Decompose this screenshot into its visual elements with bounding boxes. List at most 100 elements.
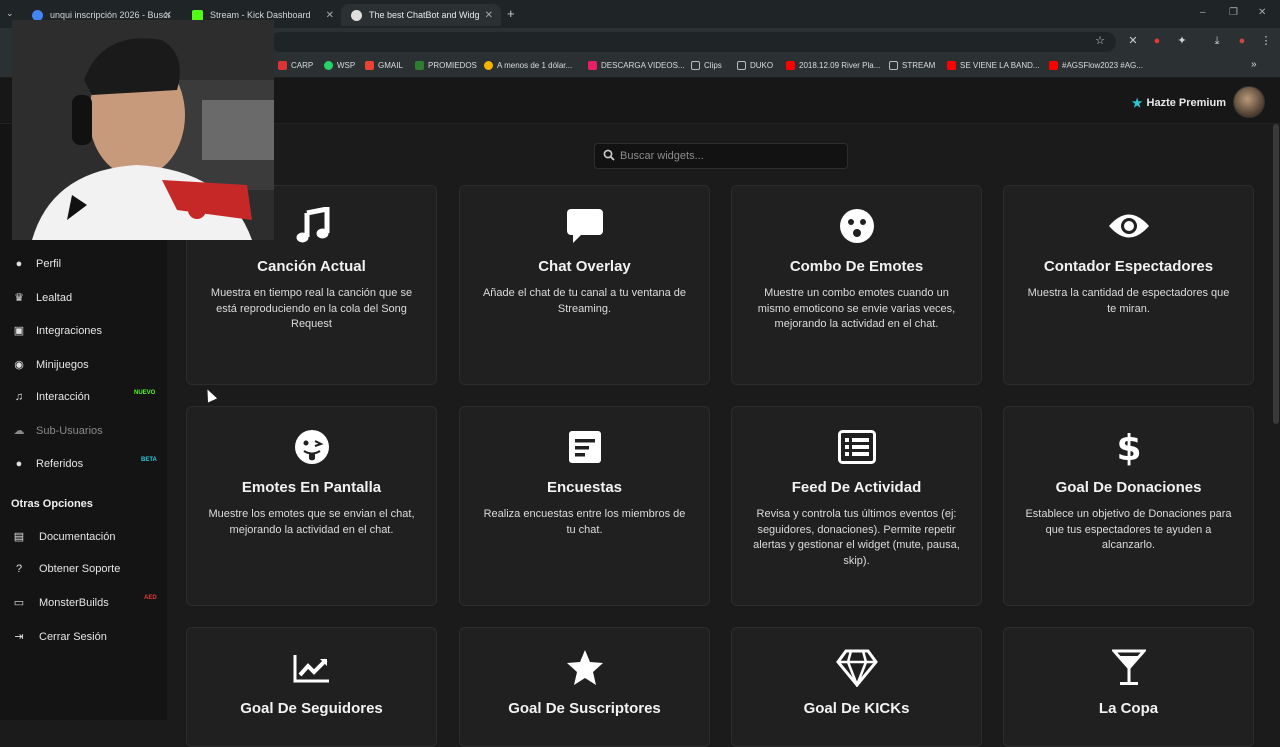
widget-card-la-copa[interactable]: La Copa	[1003, 627, 1254, 747]
aed-badge: AED	[144, 595, 157, 601]
star-icon: ★	[1131, 96, 1143, 110]
cocktail-icon	[1004, 648, 1253, 688]
sidebar-item-lealtad[interactable]: ♛ Lealtad	[12, 291, 73, 305]
new-badge: NUEVO	[134, 390, 156, 396]
sidebar-item-interaccion[interactable]: ♫ Interacción	[12, 391, 90, 403]
bookmark-icon	[588, 61, 597, 70]
extensions-icon[interactable]: ✦	[1176, 35, 1188, 47]
docs-icon: ▤	[13, 531, 25, 543]
sidebar-item-label: Obtener Soporte	[39, 563, 121, 575]
close-icon[interactable]: ✕	[164, 10, 172, 21]
premium-label: Hazte Premium	[1146, 97, 1226, 109]
svg-text:$: $	[1116, 428, 1141, 467]
widget-card-contador-espectadores[interactable]: Contador Espectadores Muestra la cantida…	[1003, 185, 1254, 385]
profile-icon[interactable]: ●	[1236, 35, 1248, 47]
cloud-icon: ☁	[13, 425, 25, 437]
tab-title: unqui inscripción 2026 - Buscar	[50, 10, 170, 20]
laptop-icon: ▭	[13, 597, 25, 609]
tab-title: Stream - Kick Dashboard	[210, 10, 311, 20]
bookmark-descarga[interactable]: DESCARGA VIDEOS...	[588, 61, 685, 70]
bookmark-stream[interactable]: STREAM	[889, 61, 935, 70]
sidebar-item-integraciones[interactable]: ▣ Integraciones	[12, 324, 103, 338]
youtube-icon	[1049, 61, 1058, 70]
new-tab-button[interactable]: +	[507, 6, 515, 21]
bookmark-carp[interactable]: CARP	[278, 61, 313, 70]
widget-card-goal-seguidores[interactable]: Goal De Seguidores	[186, 627, 437, 747]
widget-card-goal-kicks[interactable]: Goal De KICKs	[731, 627, 982, 747]
folder-icon	[691, 61, 700, 70]
menu-icon[interactable]: ⋮	[1260, 35, 1272, 47]
sidebar-item-label: Interacción	[36, 391, 90, 403]
bookmark-banda[interactable]: SE VIENE LA BAND...	[947, 61, 1040, 70]
bookmark-river[interactable]: 2018.12.09 River Pla...	[786, 61, 880, 70]
tab-title: The best ChatBot and Widgets	[369, 10, 479, 20]
sidebar-item-label: Lealtad	[36, 291, 73, 304]
mute-icon[interactable]: ✕	[1127, 35, 1139, 47]
bookmark-dolar[interactable]: A menos de 1 dólar...	[484, 61, 572, 70]
close-icon[interactable]: ✕	[485, 10, 493, 21]
kick-icon	[192, 9, 203, 21]
widget-card-encuestas[interactable]: Encuestas Realiza encuestas entre los mi…	[459, 406, 710, 606]
widget-title: Contador Espectadores	[1043, 258, 1214, 275]
sidebar-item-cerrar-sesion[interactable]: ⇥ Cerrar Sesión	[12, 630, 107, 644]
diamond-icon	[732, 648, 981, 688]
webcam-overlay	[12, 20, 274, 240]
restore-icon[interactable]: ❐	[1229, 7, 1238, 18]
sidebar-item-documentacion[interactable]: ▤ Documentación	[12, 530, 116, 544]
bookmark-wsp[interactable]: WSP	[324, 61, 355, 70]
widget-card-emotes-pantalla[interactable]: Emotes En Pantalla Muestre los emotes qu…	[186, 406, 437, 606]
widget-title: Encuestas	[546, 479, 623, 496]
bookmarks-overflow-icon[interactable]: »	[1251, 59, 1257, 70]
bookmark-gmail[interactable]: GMAIL	[365, 61, 403, 70]
user-icon: ●	[15, 258, 23, 270]
sidebar-item-perfil[interactable]: ● Perfil	[12, 258, 61, 270]
widget-card-goal-donaciones[interactable]: $ Goal De Donaciones Establece un objeti…	[1003, 406, 1254, 606]
search-icon	[603, 149, 615, 164]
bookmark-agsflow[interactable]: #AGSFlow2023 #AG...	[1049, 61, 1143, 70]
window-close-icon[interactable]: ✕	[1258, 7, 1266, 18]
sidebar-item-label: Perfil	[36, 258, 62, 270]
search-input[interactable]	[620, 150, 820, 162]
section-title-otras-opciones: Otras Opciones	[11, 498, 93, 510]
sidebar-item-label: MonsterBuilds	[39, 596, 109, 609]
folder-icon	[889, 61, 898, 70]
widget-card-feed-actividad[interactable]: Feed De Actividad Revisa y controla tus …	[731, 406, 982, 606]
sidebar-item-soporte[interactable]: ? Obtener Soporte	[12, 563, 120, 575]
bookmark-icon	[415, 61, 424, 70]
extension-red-icon[interactable]: ●	[1151, 35, 1163, 47]
bookmark-duko[interactable]: DUKO	[737, 61, 773, 70]
sidebar-item-label: Sub-Usuarios	[36, 424, 103, 437]
widget-card-combo-emotes[interactable]: Combo De Emotes Muestre un combo emotes …	[731, 185, 982, 385]
widget-title: Goal De Seguidores	[240, 700, 383, 717]
sidebar-item-label: Integraciones	[36, 324, 103, 337]
widget-card-chat-overlay[interactable]: Chat Overlay Añade el chat de tu canal a…	[459, 185, 710, 385]
page-scrollbar[interactable]	[1273, 124, 1279, 424]
sidebar-item-label: Documentación	[39, 530, 116, 543]
bookmark-icon	[365, 61, 374, 70]
sidebar-item-referidos[interactable]: ● Referidos	[12, 458, 83, 470]
tab-search-icon[interactable]: ⌄	[6, 8, 14, 19]
bookmark-promiedos[interactable]: PROMIEDOS	[415, 61, 477, 70]
premium-button[interactable]: ★ Hazte Premium	[1132, 96, 1226, 110]
sidebar-item-sub-usuarios[interactable]: ☁ Sub-Usuarios	[12, 424, 103, 438]
download-icon[interactable]: ⤓	[1211, 35, 1223, 47]
bookmark-star-icon[interactable]: ☆	[1094, 35, 1106, 47]
sidebar-item-label: Minijuegos	[36, 358, 89, 371]
search-bar[interactable]	[594, 143, 848, 169]
widget-description: Añade el chat de tu canal a tu ventana d…	[482, 287, 687, 315]
tab-botrix[interactable]: The best ChatBot and Widgets ✕	[341, 4, 501, 26]
logout-icon: ⇥	[14, 631, 24, 643]
sidebar-item-monsterbuilds[interactable]: ▭ MonsterBuilds	[12, 596, 109, 610]
close-icon[interactable]: ✕	[326, 10, 334, 21]
sidebar-item-label: Cerrar Sesión	[39, 630, 107, 643]
sidebar-item-minijuegos[interactable]: ◉ Minijuegos	[12, 358, 89, 372]
bookmark-icon	[484, 61, 493, 70]
widget-description: Muestre un combo emotes cuando un mismo …	[757, 287, 956, 330]
widget-title: Emotes En Pantalla	[241, 479, 382, 496]
avatar[interactable]	[1233, 86, 1265, 118]
widget-card-goal-suscriptores[interactable]: Goal De Suscriptores	[459, 627, 710, 747]
bookmark-icon	[324, 61, 333, 70]
bookmark-clips[interactable]: Clips	[691, 61, 722, 70]
site-icon	[351, 9, 362, 21]
minimize-icon[interactable]: –	[1200, 7, 1206, 18]
